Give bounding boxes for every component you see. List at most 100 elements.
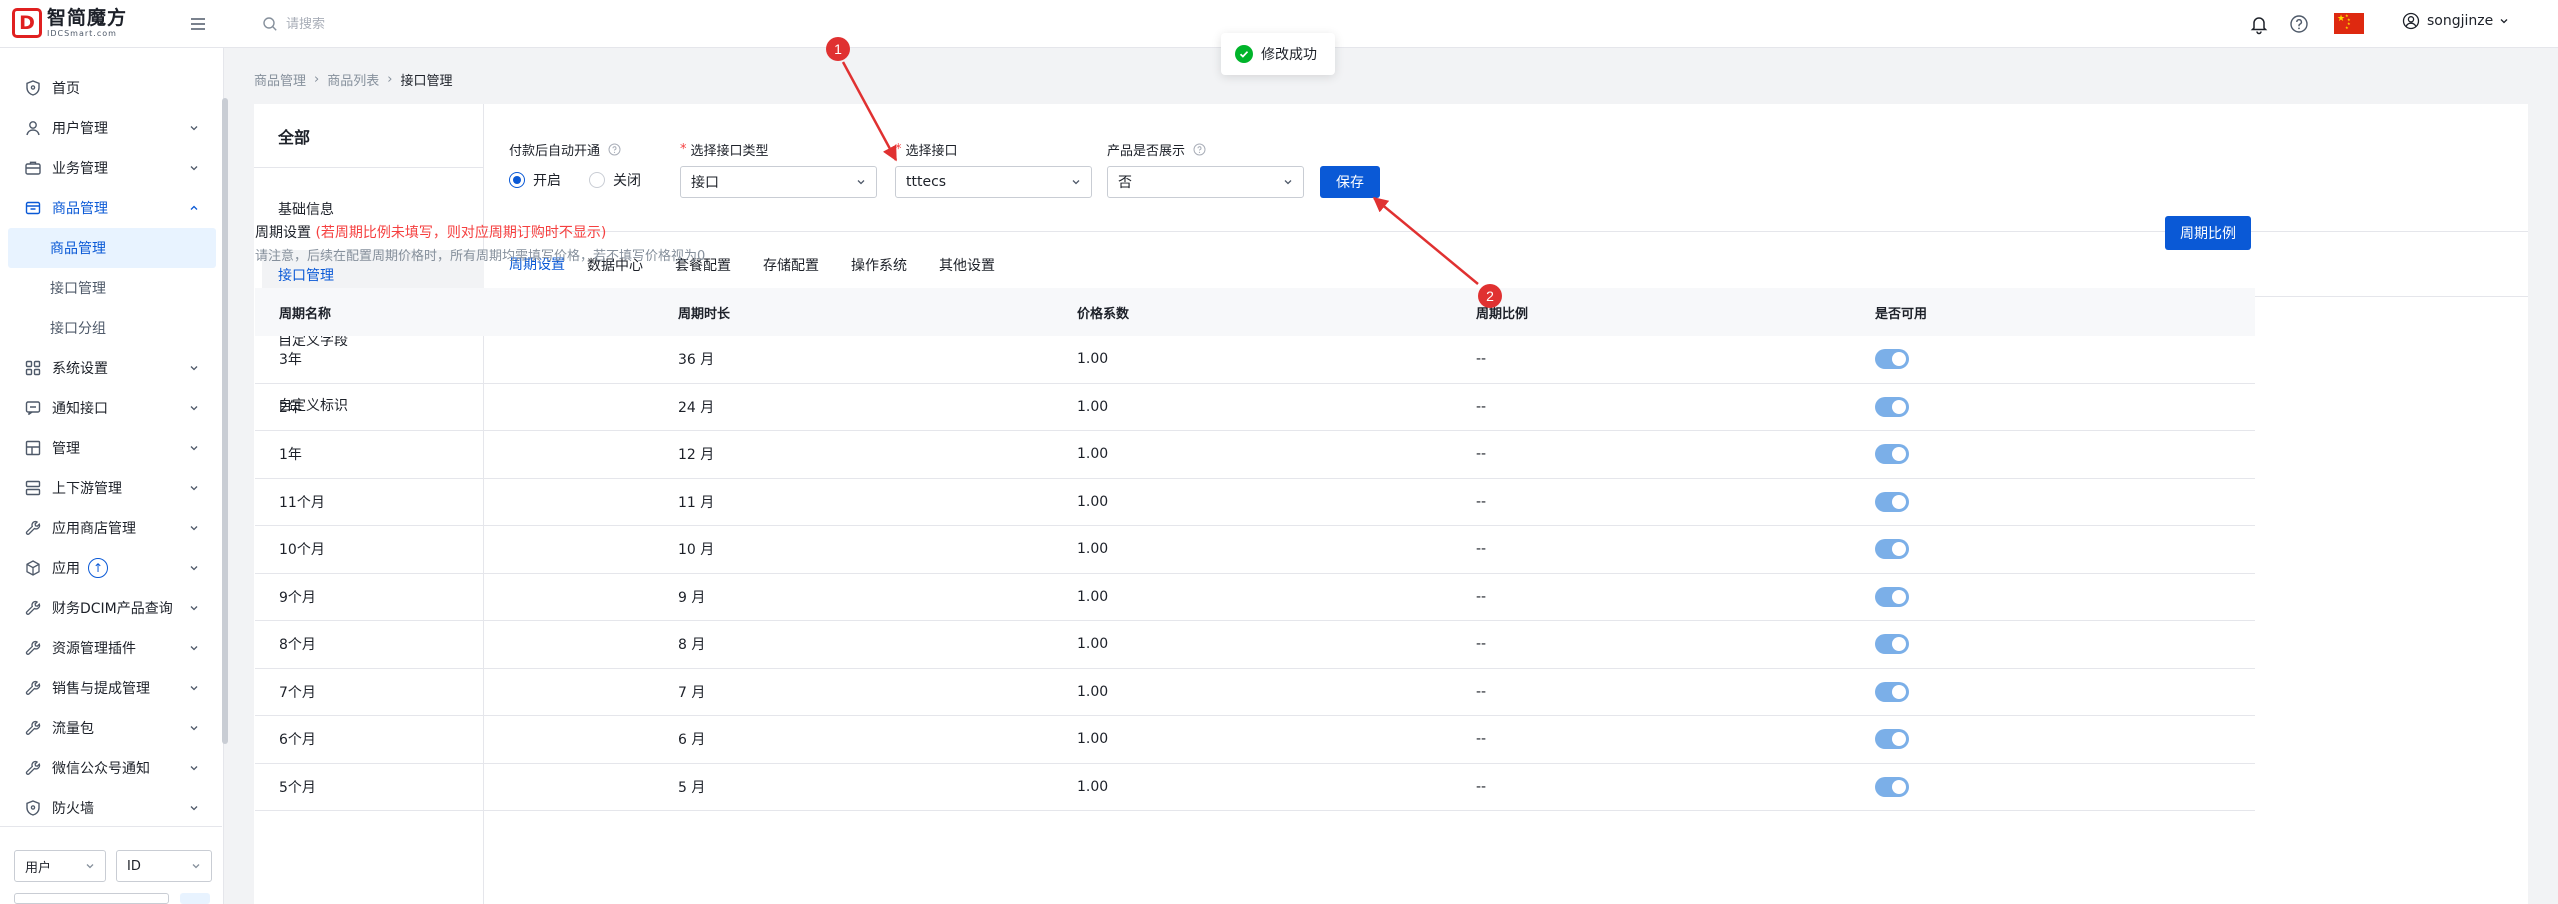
interface-config-form: 付款后自动开通 开启 关闭 * 选择接口类型 接口 * 选择接口 tttecs … xyxy=(485,104,2528,232)
required-asterisk: * xyxy=(895,142,902,157)
radio-off[interactable] xyxy=(589,172,605,188)
sidebar-item-label: 应用商店管理 xyxy=(52,521,136,537)
sidebar-item-traffic-pack[interactable]: 流量包 xyxy=(0,708,222,748)
logo-sub-text: IDCSmart.com xyxy=(47,28,117,38)
shield-icon xyxy=(24,799,42,817)
sidebar-search-input[interactable] xyxy=(14,893,169,904)
sidebar-subitem-product-management[interactable]: 商品管理 xyxy=(8,228,216,268)
radio-on-label[interactable]: 开启 xyxy=(533,170,561,190)
available-toggle[interactable] xyxy=(1875,681,1909,702)
auto-open-label: 付款后自动开通 xyxy=(509,140,621,159)
available-toggle[interactable] xyxy=(1875,776,1909,797)
interface-type-label: * 选择接口类型 xyxy=(680,142,769,159)
sidebar-subitem-interface-group[interactable]: 接口分组 xyxy=(0,308,222,348)
sidebar-item-label: 资源管理插件 xyxy=(52,641,136,657)
sidebar-item-label: 系统设置 xyxy=(52,361,108,377)
chevron-down-icon xyxy=(188,762,200,774)
sidebar-item-sales-commission[interactable]: 销售与提成管理 xyxy=(0,668,222,708)
interface-label: * 选择接口 xyxy=(895,142,958,159)
chevron-down-icon xyxy=(188,442,200,454)
sidebar-item-label: 首页 xyxy=(52,81,80,97)
sidebar-item-resource-plugin[interactable]: 资源管理插件 xyxy=(0,628,222,668)
required-asterisk: * xyxy=(680,142,687,157)
help-circle-icon[interactable] xyxy=(608,143,621,156)
available-toggle[interactable] xyxy=(1875,396,1909,417)
sidebar-item-label: 业务管理 xyxy=(52,161,108,177)
tool-icon xyxy=(24,599,42,617)
user-menu[interactable]: songjinze xyxy=(2402,12,2509,30)
available-toggle[interactable] xyxy=(1875,634,1909,655)
cycle-table: 周期名称 周期时长 价格系数 周期比例 是否可用 3年 36 月 1.00 -- 2年… xyxy=(255,288,2255,811)
cycle-ratio-button[interactable]: 周期比例 xyxy=(2165,216,2251,250)
cycle-note: 请注意，后续在配置周期价格时，所有周期均需填写价格，若不填写价格视为0 xyxy=(255,249,706,264)
available-toggle[interactable] xyxy=(1875,349,1909,370)
bell-icon[interactable] xyxy=(2248,13,2270,35)
sidebar-item-notifications[interactable]: 通知接口 xyxy=(0,388,222,428)
chevron-down-icon xyxy=(191,861,201,871)
sidebar-item-label: 微信公众号通知 xyxy=(52,761,150,777)
sidebar-item-app-store[interactable]: 应用商店管理 xyxy=(0,508,222,548)
menu-toggle-icon[interactable] xyxy=(188,14,208,34)
search-field-value: ID xyxy=(127,858,141,874)
sidebar-item-label: 商品管理 xyxy=(52,201,108,217)
product-show-label: 产品是否展示 xyxy=(1107,140,1206,159)
chevron-down-icon xyxy=(85,861,95,871)
table-row: 2年 24 月 1.00 -- xyxy=(255,384,2255,431)
available-toggle[interactable] xyxy=(1875,491,1909,512)
chevron-down-icon xyxy=(1283,177,1293,187)
sidebar-item-wechat-notify[interactable]: 微信公众号通知 xyxy=(0,748,222,788)
sidebar-item-label: 用户管理 xyxy=(52,121,108,137)
success-toast: 修改成功 xyxy=(1221,33,1335,75)
interface-type-value: 接口 xyxy=(691,175,719,191)
save-button[interactable]: 保存 xyxy=(1320,166,1380,198)
toast-text: 修改成功 xyxy=(1261,47,1317,63)
sidebar-item-business[interactable]: 业务管理 xyxy=(0,148,222,188)
sidebar-item-dcim-query[interactable]: 财务DCIM产品查询 xyxy=(0,588,222,628)
cube-icon xyxy=(24,559,42,577)
check-circle-icon xyxy=(1235,45,1253,63)
radio-on[interactable] xyxy=(509,172,525,188)
sidebar-item-upstream-downstream[interactable]: 上下游管理 xyxy=(0,468,222,508)
chevron-down-icon xyxy=(188,482,200,494)
sidebar-item-firewall[interactable]: 防火墙 xyxy=(0,788,222,828)
sidebar-item-apps[interactable]: 应用 ↑ xyxy=(0,548,222,588)
sidebar-subitem-interface-management[interactable]: 接口管理 xyxy=(0,268,222,308)
available-toggle[interactable] xyxy=(1875,586,1909,607)
chevron-down-icon xyxy=(188,602,200,614)
col-header-duration: 周期时长 xyxy=(678,306,731,322)
logo[interactable]: D 智简魔方 IDCSmart.com xyxy=(12,8,127,38)
logo-mark: D xyxy=(12,8,42,38)
search-input[interactable] xyxy=(286,16,546,32)
breadcrumb-separator: › xyxy=(387,72,393,87)
col-header-available: 是否可用 xyxy=(1875,306,1928,322)
sidebar-item-products[interactable]: 商品管理 xyxy=(0,188,222,228)
sidebar-item-label: 销售与提成管理 xyxy=(52,681,150,697)
radio-off-label[interactable]: 关闭 xyxy=(613,170,641,190)
product-show-select[interactable]: 否 xyxy=(1107,166,1304,198)
sidebar: 首页 用户管理 业务管理 商品管理 商品管理 接口管理 接口分组 系统设置 通知… xyxy=(0,48,228,904)
sidebar-item-label: 上下游管理 xyxy=(52,481,122,497)
chevron-down-icon xyxy=(188,722,200,734)
sidebar-scrollbar[interactable] xyxy=(222,98,228,744)
breadcrumb-item[interactable]: 商品列表 xyxy=(327,70,379,89)
sidebar-item-system-settings[interactable]: 系统设置 xyxy=(0,348,222,388)
help-circle-icon[interactable] xyxy=(1193,143,1206,156)
breadcrumb-item[interactable]: 商品管理 xyxy=(254,70,306,89)
available-toggle[interactable] xyxy=(1875,729,1909,750)
sidebar-item-users[interactable]: 用户管理 xyxy=(0,108,222,148)
search-field-select[interactable]: ID xyxy=(116,850,212,882)
sidebar-search-button[interactable] xyxy=(180,893,210,904)
sidebar-item-label: 流量包 xyxy=(52,721,94,737)
sidebar-item-home[interactable]: 首页 xyxy=(0,68,222,108)
breadcrumb-separator: › xyxy=(314,72,320,87)
interface-select[interactable]: tttecs xyxy=(895,166,1092,198)
interface-type-select[interactable]: 接口 xyxy=(680,166,877,198)
available-toggle[interactable] xyxy=(1875,539,1909,560)
help-icon[interactable] xyxy=(2288,13,2310,35)
user-icon xyxy=(24,119,42,137)
china-flag-icon[interactable]: ★ ★ ★ ★ ★ xyxy=(2334,13,2364,34)
available-toggle[interactable] xyxy=(1875,444,1909,465)
search-type-select[interactable]: 用户 xyxy=(14,850,106,882)
sidebar-item-management[interactable]: 管理 xyxy=(0,428,222,468)
table-row: 11个月 11 月 1.00 -- xyxy=(255,479,2255,526)
